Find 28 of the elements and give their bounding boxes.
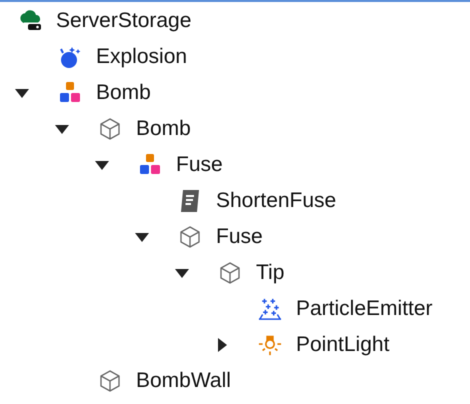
expand-arrow-icon[interactable] <box>218 338 226 352</box>
blocks-icon <box>138 153 162 177</box>
collapse-arrow-icon[interactable] <box>135 232 149 242</box>
cloud-storage-icon <box>18 9 42 33</box>
tree-item-label[interactable]: Tip <box>256 257 284 289</box>
cube-icon <box>98 369 122 393</box>
tree-item-label[interactable]: BombWall <box>136 365 231 397</box>
light-bulb-icon <box>258 333 282 357</box>
script-icon <box>178 189 202 213</box>
collapse-arrow-icon[interactable] <box>175 268 189 278</box>
sparkles-icon <box>258 297 282 321</box>
tree-item-label[interactable]: Fuse <box>216 221 263 253</box>
collapse-arrow-icon[interactable] <box>55 124 69 134</box>
tree-item-label[interactable]: Bomb <box>96 77 151 109</box>
tree-item-label[interactable]: Explosion <box>96 41 188 73</box>
tree-item-label[interactable]: PointLight <box>296 329 390 361</box>
tree-item-label[interactable]: ParticleEmitter <box>296 293 433 325</box>
collapse-arrow-icon[interactable] <box>95 160 109 170</box>
tree-item-label[interactable]: Bomb <box>136 113 191 145</box>
cube-icon <box>178 225 202 249</box>
tree-item-label[interactable]: ServerStorage <box>56 5 192 37</box>
tree-item-label[interactable]: ShortenFuse <box>216 185 336 217</box>
bomb-icon <box>58 45 82 69</box>
blocks-icon <box>58 81 82 105</box>
collapse-arrow-icon[interactable] <box>15 88 29 98</box>
cube-icon <box>98 117 122 141</box>
tree-item-label[interactable]: Fuse <box>176 149 223 181</box>
cube-icon <box>218 261 242 285</box>
